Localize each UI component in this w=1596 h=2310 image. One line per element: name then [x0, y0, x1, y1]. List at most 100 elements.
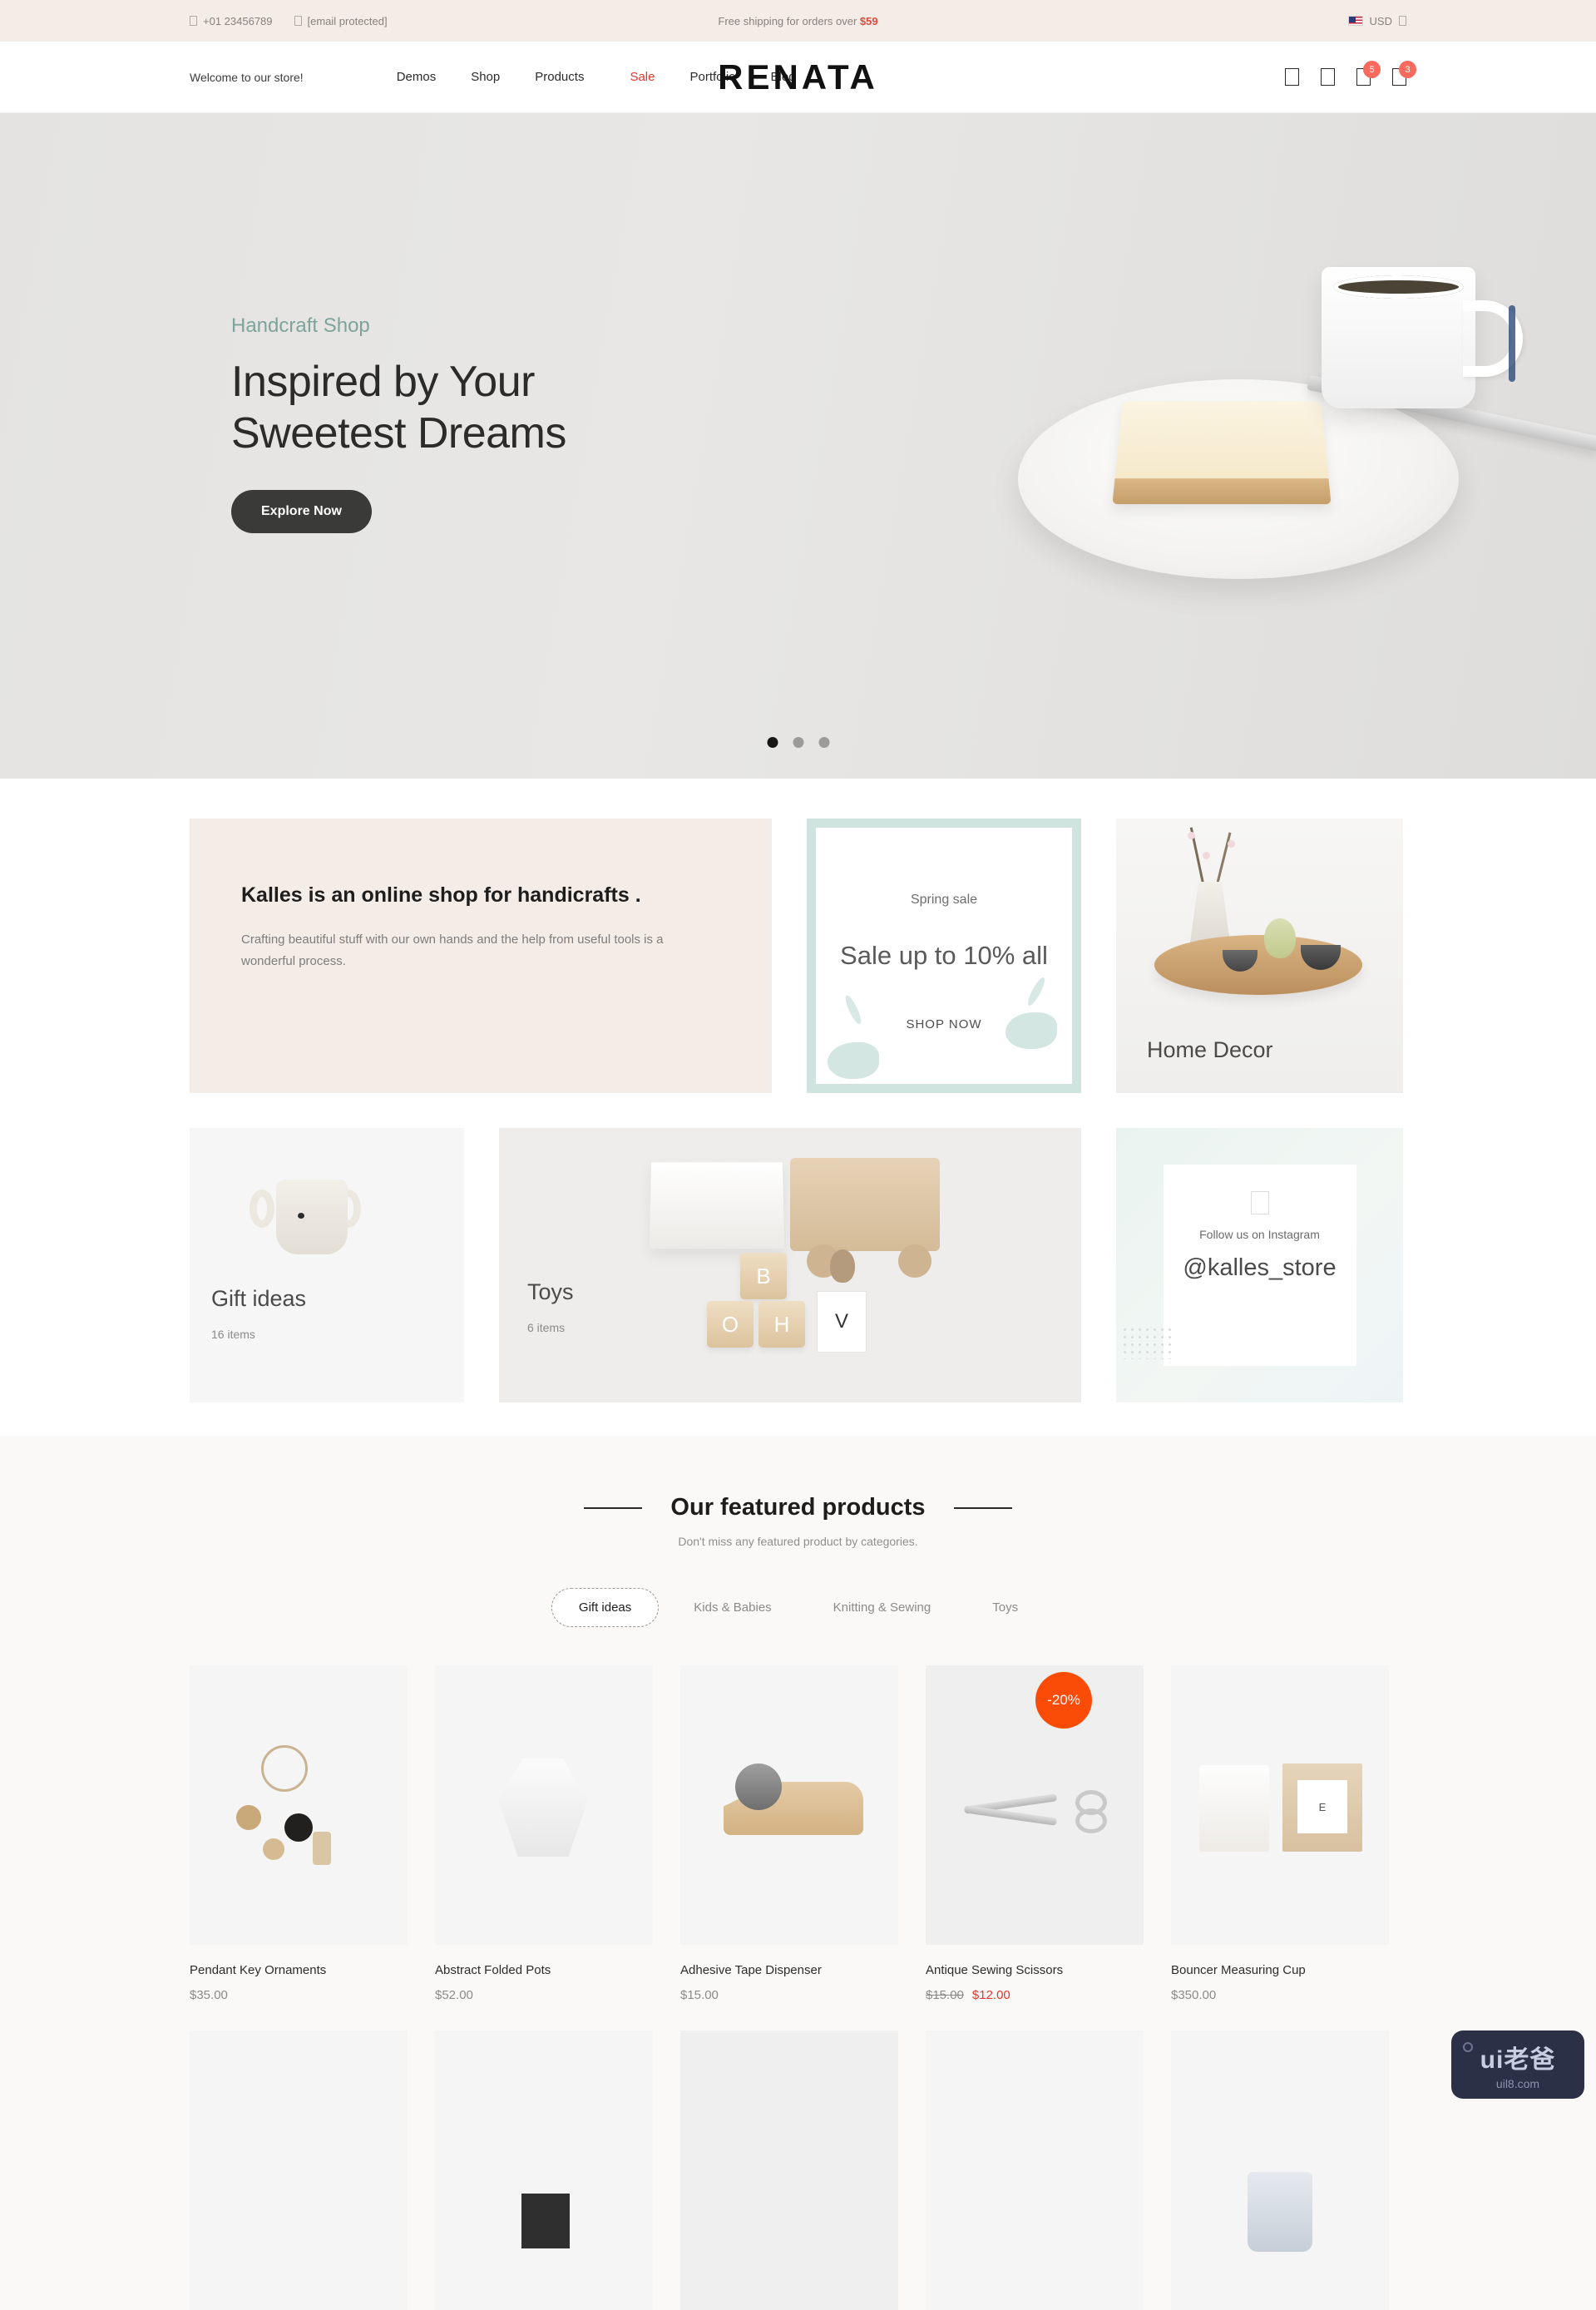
carousel-dot-3[interactable] [818, 737, 829, 748]
top-announcement-bar: +01 23456789 [email protected] Free ship… [0, 0, 1596, 42]
spring-sale-headline: Sale up to 10% all [840, 941, 1048, 970]
featured-heading-row: Our featured products [0, 1494, 1596, 1521]
product-thumbnail[interactable]: -20% [926, 1665, 1144, 1945]
blossom-shape [1228, 840, 1235, 848]
search-icon[interactable] [1285, 68, 1299, 86]
hero-copy-block: Handcraft Shop Inspired by Your Sweetest… [231, 314, 566, 533]
category-card-gift-ideas[interactable]: Gift ideas 16 items [190, 1128, 464, 1402]
product-thumbnail[interactable] [435, 1665, 653, 1945]
gift-ideas-count: 16 items [211, 1328, 255, 1341]
tab-kids-and-babies[interactable]: Kids & Babies [667, 1589, 798, 1626]
product-thumbnail[interactable] [190, 2031, 408, 2310]
hero-title-line-2: Sweetest Dreams [231, 409, 566, 458]
product-grid-row-2 [0, 2002, 1596, 2310]
product-card[interactable]: Adhesive Tape Dispenser $15.00 [680, 1665, 898, 2002]
product-card[interactable] [926, 2031, 1144, 2310]
spring-sale-banner[interactable]: Spring sale Sale up to 10% all SHOP NOW [807, 819, 1081, 1093]
product-old-price: $15.00 [926, 1988, 964, 2002]
instagram-follow-card[interactable]: Follow us on Instagram @kalles_store [1116, 1128, 1403, 1402]
product-card[interactable]: E Bouncer Measuring Cup $350.00 [1171, 1665, 1389, 2002]
shipping-amount: $59 [859, 14, 878, 27]
nav-item-products[interactable]: Products [535, 70, 584, 84]
product-thumbnail[interactable] [680, 1665, 898, 1945]
egg-shape [1264, 918, 1296, 958]
featured-products-section: Our featured products Don't miss any fea… [0, 1436, 1596, 2310]
key-bead-shape [284, 1813, 313, 1842]
cup-face-dot [298, 1213, 304, 1219]
carousel-dot-2[interactable] [793, 737, 803, 748]
tab-gift-ideas[interactable]: Gift ideas [551, 1588, 660, 1627]
site-header: Welcome to our store! Demos Shop Product… [0, 42, 1596, 113]
product-thumbnail[interactable] [926, 2031, 1144, 2310]
product-thumbnail[interactable] [190, 1665, 408, 1945]
about-store-card: Kalles is an online shop for handicrafts… [190, 819, 772, 1093]
product-name[interactable]: Antique Sewing Scissors [926, 1963, 1144, 1977]
bird-decoration-left [828, 1042, 879, 1079]
topbar-phone[interactable]: +01 23456789 [190, 15, 273, 27]
topbar-email[interactable]: [email protected] [294, 15, 388, 27]
scissor-ring-shape [1075, 1808, 1107, 1833]
product-thumbnail[interactable] [435, 2031, 653, 2310]
spring-sale-kicker: Spring sale [910, 893, 978, 907]
product-price: $15.00 $12.00 [926, 1988, 1144, 2002]
wishlist-heart-icon[interactable]: 5 [1356, 61, 1381, 86]
cup-handle-shape [250, 1190, 274, 1228]
site-watermark: ui老爸 uil8.com [1451, 2031, 1584, 2099]
blossom-shape [1203, 852, 1210, 859]
product-card[interactable] [435, 2031, 653, 2310]
topbar-shipping-message: Free shipping for orders over $59 [718, 15, 877, 27]
about-store-body: Crafting beautiful stuff with our own ha… [241, 932, 664, 969]
key-bead-shape [313, 1832, 331, 1865]
product-name[interactable]: Bouncer Measuring Cup [1171, 1963, 1389, 1977]
tab-toys[interactable]: Toys [966, 1589, 1045, 1626]
spring-sale-cta[interactable]: SHOP NOW [906, 1017, 981, 1031]
mug-handle-shape [1463, 300, 1523, 382]
hero-eyebrow: Handcraft Shop [231, 314, 370, 337]
letter-card-shape: V [817, 1291, 867, 1353]
cart-count-badge: 3 [1399, 61, 1416, 78]
featured-category-tabs: Gift ideas Kids & Babies Knitting & Sewi… [0, 1588, 1596, 1627]
product-card[interactable]: Pendant Key Ornaments $35.00 [190, 1665, 408, 2002]
explore-now-button[interactable]: Explore Now [231, 489, 372, 533]
site-logo[interactable]: RENATA [718, 57, 878, 97]
featured-title: Our featured products [670, 1494, 926, 1521]
hero-carousel: Handcraft Shop Inspired by Your Sweetest… [0, 113, 1596, 779]
shopping-cart-icon[interactable]: 3 [1392, 61, 1416, 86]
chevron-down-icon [1399, 16, 1406, 26]
watermark-main-text: ui老爸 [1480, 2046, 1556, 2074]
currency-selector[interactable]: USD [1347, 15, 1406, 27]
tab-knitting-and-sewing[interactable]: Knitting & Sewing [807, 1589, 958, 1626]
toys-label: Toys [527, 1279, 574, 1304]
product-price: $350.00 [1171, 1988, 1217, 2002]
instagram-handle[interactable]: @kalles_store [1183, 1254, 1336, 1282]
product-name[interactable]: Abstract Folded Pots [435, 1963, 653, 1977]
carousel-dot-1[interactable] [767, 737, 778, 748]
nav-item-demos[interactable]: Demos [397, 70, 437, 84]
home-decor-card[interactable]: Home Decor [1116, 819, 1403, 1093]
product-card[interactable] [680, 2031, 898, 2310]
nav-item-shop[interactable]: Shop [471, 70, 500, 84]
featured-subtitle: Don't miss any featured product by categ… [678, 1535, 918, 1548]
product-name[interactable]: Adhesive Tape Dispenser [680, 1963, 898, 1977]
discount-badge: -20% [1035, 1672, 1092, 1729]
dot-pattern-decoration [1121, 1326, 1174, 1359]
us-flag-icon [1347, 16, 1363, 26]
product-card[interactable] [1171, 2031, 1389, 2310]
cheesecake-slice-shape [1112, 401, 1332, 505]
user-account-icon[interactable] [1321, 68, 1335, 86]
key-bead-shape [236, 1805, 261, 1830]
hero-title-line-1: Inspired by Your [231, 358, 535, 406]
product-thumbnail[interactable] [1171, 2031, 1389, 2310]
product-name[interactable]: Pendant Key Ornaments [190, 1963, 408, 1977]
product-card[interactable] [190, 2031, 408, 2310]
phone-icon [190, 16, 197, 26]
product-card[interactable]: -20% Antique Sewing Scissors $15.00 $12.0… [926, 1665, 1144, 2002]
nav-item-sale[interactable]: Sale [630, 70, 655, 84]
mug-product-shape [1248, 2172, 1312, 2252]
shipping-text: Free shipping for orders over [718, 14, 860, 27]
product-thumbnail[interactable]: E [1171, 1665, 1389, 1945]
watermark-circle-icon [1463, 2042, 1473, 2052]
product-thumbnail[interactable] [680, 2031, 898, 2310]
product-card[interactable]: Abstract Folded Pots $52.00 [435, 1665, 653, 2002]
category-card-toys[interactable]: B O H V Toys 6 items [499, 1128, 1081, 1402]
